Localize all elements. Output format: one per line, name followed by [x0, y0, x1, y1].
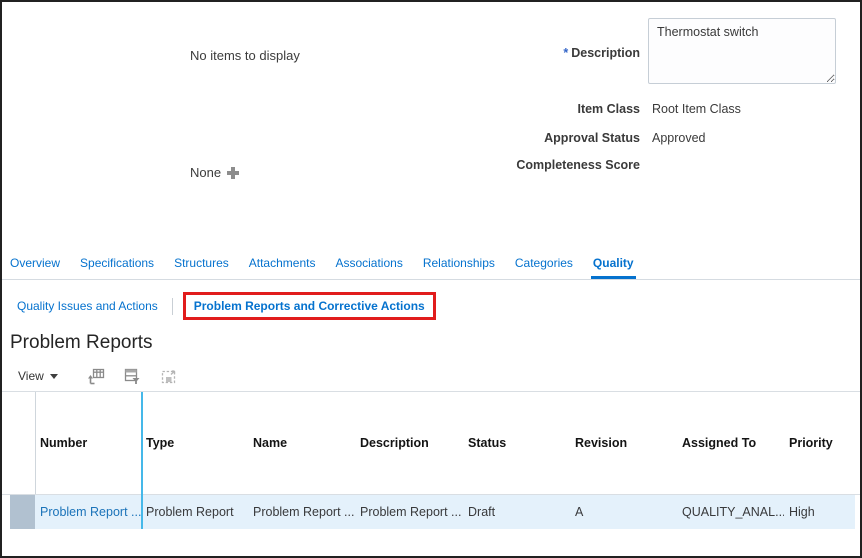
- column-header-priority[interactable]: Priority: [784, 392, 855, 494]
- column-header-revision[interactable]: Revision: [570, 392, 677, 494]
- description-input[interactable]: Thermostat switch: [648, 18, 836, 84]
- add-plus-icon[interactable]: [226, 166, 240, 180]
- problem-report-link[interactable]: Problem Report ...: [40, 505, 141, 519]
- main-tab-bar: Overview Specifications Structures Attac…: [2, 248, 860, 280]
- cell-assigned-to: QUALITY_ANAL...: [677, 495, 784, 529]
- item-class-label: Item Class: [577, 102, 640, 116]
- selector-column-divider: [35, 392, 36, 494]
- table-row[interactable]: Problem Report ... Problem Report Proble…: [10, 495, 855, 529]
- column-header-description[interactable]: Description: [355, 392, 463, 494]
- column-header-assigned-to[interactable]: Assigned To: [677, 392, 784, 494]
- description-label: * Description: [563, 46, 640, 60]
- required-indicator: *: [563, 46, 569, 60]
- approval-status-label: Approval Status: [544, 131, 640, 145]
- cell-name: Problem Report ...: [248, 495, 355, 529]
- subtab-quality-issues-and-actions[interactable]: Quality Issues and Actions: [8, 299, 167, 313]
- column-header-type[interactable]: Type: [141, 392, 248, 494]
- table-header-row: Number Type Name Description Status Revi…: [10, 392, 855, 494]
- tab-relationships[interactable]: Relationships: [421, 250, 497, 279]
- column-header-name[interactable]: Name: [248, 392, 355, 494]
- view-menu-label: View: [18, 369, 44, 383]
- cell-description: Problem Report ...: [355, 495, 463, 529]
- cell-status: Draft: [463, 495, 570, 529]
- cell-priority: High: [784, 495, 855, 529]
- column-header-number[interactable]: Number: [35, 392, 141, 494]
- table-toolbar: View: [18, 365, 178, 387]
- tab-quality[interactable]: Quality: [590, 250, 636, 279]
- tab-structures[interactable]: Structures: [172, 250, 231, 279]
- subtab-problem-reports-and-corrective-actions[interactable]: Problem Reports and Corrective Actions: [192, 299, 427, 313]
- tab-overview[interactable]: Overview: [8, 250, 62, 279]
- tab-categories[interactable]: Categories: [513, 250, 575, 279]
- view-menu-button[interactable]: View: [18, 369, 58, 383]
- row-selector-header: [10, 392, 35, 494]
- tab-attachments[interactable]: Attachments: [247, 250, 318, 279]
- completeness-score-label: Completeness Score: [516, 158, 640, 172]
- column-header-status[interactable]: Status: [463, 392, 570, 494]
- attachments-none-value: None: [190, 165, 222, 180]
- query-by-example-icon[interactable]: [123, 367, 142, 386]
- page-title: Problem Reports: [10, 332, 153, 353]
- export-icon[interactable]: [87, 367, 106, 386]
- cell-revision: A: [570, 495, 677, 529]
- empty-list-message: No items to display: [190, 48, 300, 63]
- tab-specifications[interactable]: Specifications: [78, 250, 156, 279]
- attachments-none-row: None: [190, 165, 240, 180]
- tab-associations[interactable]: Associations: [333, 250, 404, 279]
- approval-status-value: Approved: [652, 131, 706, 145]
- detach-icon[interactable]: [159, 367, 178, 386]
- row-selector-cell[interactable]: [10, 495, 35, 529]
- red-highlight-annotation: Problem Reports and Corrective Actions: [182, 292, 436, 320]
- number-column-highlight-divider: [141, 392, 143, 529]
- item-class-value: Root Item Class: [652, 102, 741, 116]
- quality-subtab-bar: Quality Issues and Actions Problem Repor…: [8, 291, 436, 321]
- subtab-separator: [171, 297, 173, 315]
- cell-number: Problem Report ...: [35, 495, 141, 529]
- chevron-down-icon: [49, 373, 58, 379]
- item-details-window: No items to display * Description Thermos…: [0, 0, 862, 558]
- cell-type: Problem Report: [141, 495, 248, 529]
